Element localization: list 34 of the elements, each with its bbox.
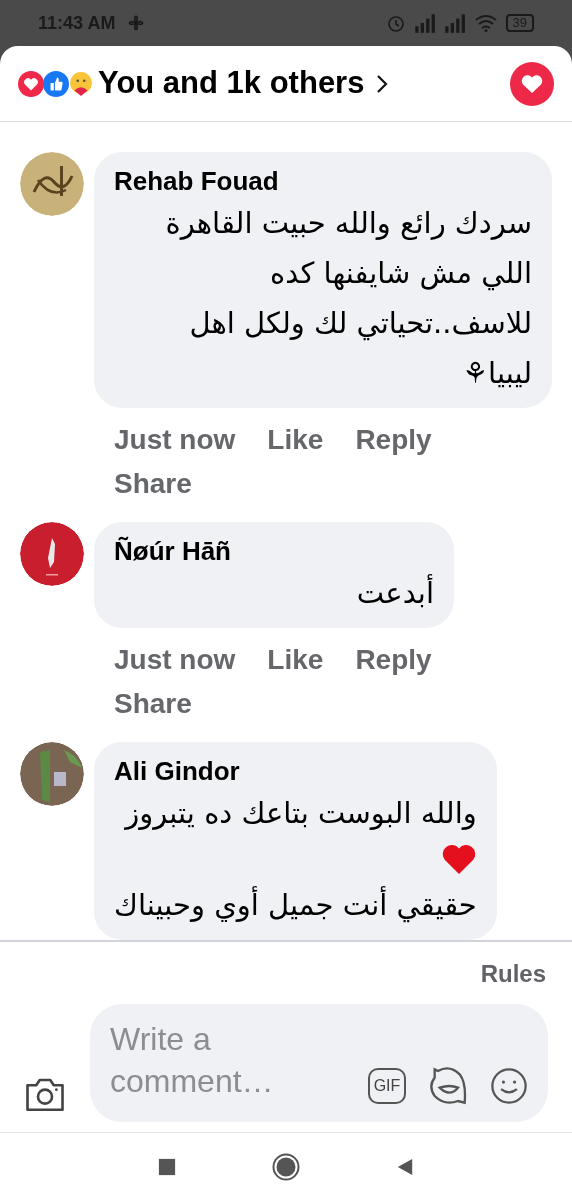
love-reaction-button[interactable]	[510, 61, 554, 106]
emoji-icon[interactable]	[490, 1067, 528, 1105]
comment-action-link[interactable]: Share	[114, 462, 192, 506]
comment-action-link[interactable]: Reply	[355, 418, 432, 462]
reactions-summary-link[interactable]: You and 1k others	[98, 60, 389, 107]
heart-icon	[440, 842, 477, 876]
rules-link[interactable]: Rules	[480, 956, 546, 992]
comment-action-link[interactable]: Just now	[114, 418, 236, 462]
home-icon[interactable]	[272, 1152, 300, 1181]
camera-icon[interactable]	[24, 1076, 66, 1112]
comment-action-link[interactable]: Share	[114, 682, 192, 726]
comment-action-link[interactable]: Like	[267, 418, 324, 462]
comment-input-field[interactable]: Write a comment… GIF	[90, 1004, 548, 1122]
like-reaction-icon	[43, 70, 69, 97]
sticker-icon[interactable]	[428, 1066, 468, 1106]
alarm-icon	[385, 13, 406, 33]
comment-text: حقيقي أنت جميل أوي وحبيناك	[114, 885, 477, 925]
comment-text: أبدعت	[356, 573, 434, 612]
chevron-right-icon	[376, 72, 389, 95]
comment-action-link[interactable]: Like	[267, 638, 324, 682]
comment-text: والله البوست بتاعك ده يتبروز	[125, 795, 477, 832]
back-icon[interactable]	[396, 1156, 414, 1177]
comment-author[interactable]: Ñøúr Hāñ	[114, 534, 231, 568]
heart-reaction-icon	[18, 70, 44, 97]
wifi-icon	[473, 14, 498, 32]
heart-icon	[520, 72, 544, 95]
care-reaction-icon	[68, 70, 94, 97]
comment-action-link[interactable]: Just now	[114, 638, 236, 682]
gif-button[interactable]: GIF	[368, 1068, 406, 1104]
comment-action-link[interactable]: Reply	[355, 638, 432, 682]
comment-author[interactable]: Rehab Fouad	[114, 164, 279, 198]
recent-apps-icon[interactable]	[158, 1157, 176, 1176]
comment-text: سردك رائع والله حبيت القاهرة اللي مش شايفنها كده للاسف..تحياتي لك ولكل اهل ليبيا⚘	[164, 205, 532, 392]
comment-author[interactable]: Ali Gindor	[114, 754, 240, 788]
